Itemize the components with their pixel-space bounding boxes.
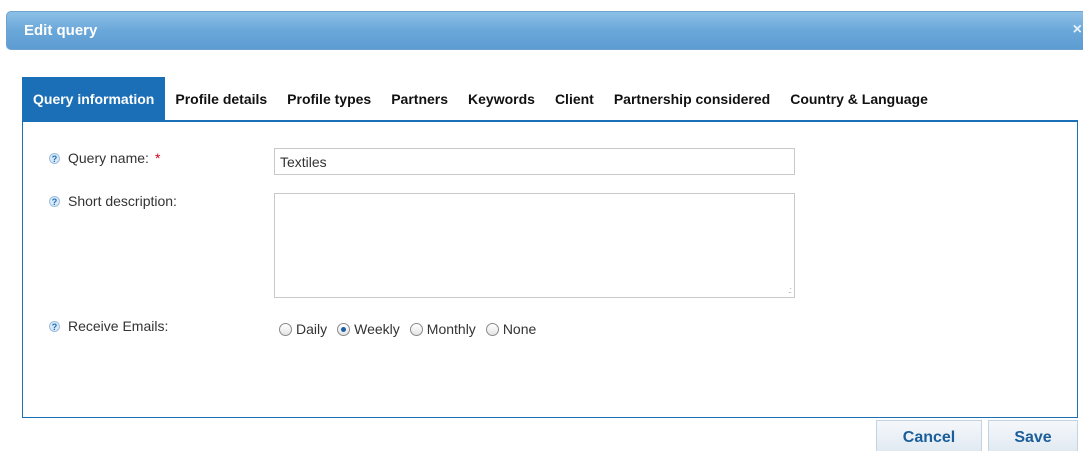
radio-none[interactable]	[485, 322, 499, 336]
query-name-label: Query name:	[68, 150, 149, 166]
radio-option-none[interactable]: None	[485, 321, 537, 337]
radio-label-weekly: Weekly	[354, 321, 400, 337]
tab-keywords[interactable]: Keywords	[458, 77, 545, 120]
radio-option-weekly[interactable]: Weekly	[337, 321, 400, 337]
required-mark: *	[154, 150, 161, 166]
tab-query-information[interactable]: Query information	[22, 77, 166, 120]
radio-option-monthly[interactable]: Monthly	[409, 321, 476, 337]
radio-label-monthly: Monthly	[426, 321, 476, 337]
dialog-title: Edit query	[24, 22, 98, 39]
help-icon[interactable]: ?	[49, 152, 60, 164]
tab-profile-types[interactable]: Profile types	[277, 77, 381, 120]
edit-query-dialog: Edit query × Query information Profile d…	[0, 0, 1083, 451]
radio-monthly[interactable]	[409, 322, 423, 336]
tab-profile-details[interactable]: Profile details	[165, 77, 277, 120]
query-name-label-row: ? Query name: *	[49, 150, 160, 166]
radio-weekly[interactable]	[337, 322, 351, 336]
query-information-panel: ? Query name: * ? Short description: .: …	[22, 120, 1078, 418]
short-description-label: Short description:	[68, 193, 177, 209]
cancel-button[interactable]: Cancel	[876, 420, 982, 451]
help-icon[interactable]: ?	[49, 195, 60, 207]
tab-country-language[interactable]: Country & Language	[780, 77, 938, 120]
tab-partnership-considered[interactable]: Partnership considered	[604, 77, 780, 120]
query-name-input[interactable]	[274, 148, 795, 175]
save-button[interactable]: Save	[988, 420, 1078, 451]
tab-client[interactable]: Client	[545, 77, 604, 120]
short-description-textarea[interactable]: .:	[274, 193, 795, 298]
resize-grip-icon[interactable]: .:	[788, 285, 792, 295]
radio-label-none: None	[502, 321, 537, 337]
short-description-label-row: ? Short description:	[49, 193, 177, 209]
receive-emails-label: Receive Emails:	[68, 318, 169, 334]
close-icon[interactable]: ×	[1073, 21, 1082, 39]
tab-bar: Query information Profile details Profil…	[22, 77, 938, 120]
receive-emails-radio-group: Daily Weekly Monthly None	[279, 321, 546, 337]
tab-partners[interactable]: Partners	[381, 77, 458, 120]
radio-label-daily: Daily	[296, 321, 328, 337]
radio-daily[interactable]	[279, 322, 292, 336]
receive-emails-label-row: ? Receive Emails:	[49, 318, 168, 334]
dialog-title-bar[interactable]: Edit query ×	[6, 11, 1083, 50]
radio-option-daily[interactable]: Daily	[279, 321, 327, 337]
help-icon[interactable]: ?	[49, 320, 60, 332]
